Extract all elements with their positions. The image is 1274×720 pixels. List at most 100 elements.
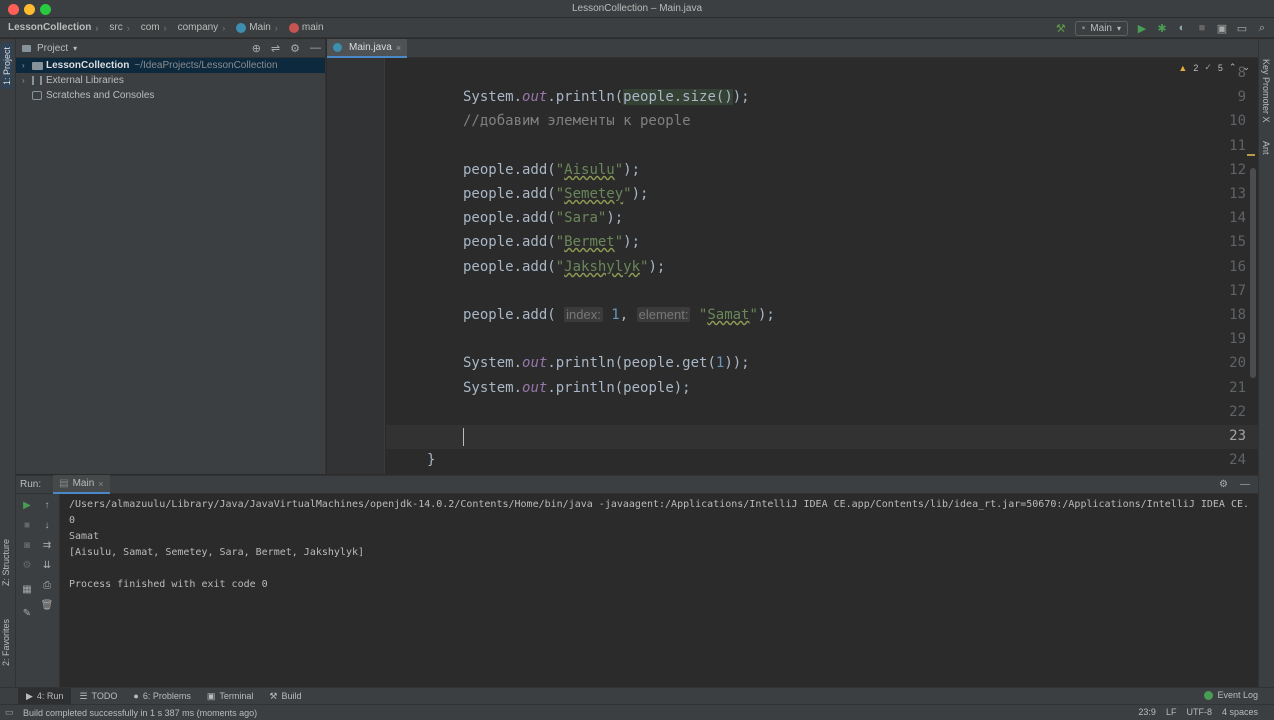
editor-tab-main-java[interactable]: Main.java × [327,39,408,58]
scroll-to-end-icon[interactable]: ⇊ [40,558,54,572]
status-toggle-icon[interactable]: ▭ [5,707,14,718]
string-value: Aisulu [564,162,615,178]
stop-icon[interactable]: ■ [20,518,34,532]
bottom-tab-label: Terminal [219,691,254,701]
arrow-up-icon[interactable]: ↑ [40,498,54,512]
code-string: "Sara" [555,210,607,226]
close-tab-icon[interactable]: × [396,43,401,53]
console-line: 0 [69,515,76,526]
bottom-tab-problems[interactable]: ● 6: Problems [125,688,198,705]
bottom-tab-run[interactable]: ▶ 4: Run [18,687,72,705]
indent-setting[interactable]: 4 spaces [1222,707,1258,717]
collapse-all-icon[interactable]: ⇌ [271,42,280,55]
camera-icon[interactable]: ◙ [20,538,34,552]
code-token: ); [757,307,775,323]
tool-window-tab-project[interactable]: 1: Project [1,43,13,90]
chevron-right-icon: › [222,22,226,33]
caret-position[interactable]: 23:9 [1138,707,1156,717]
run-icon[interactable]: ▶ [1136,22,1148,35]
project-structure-icon[interactable]: ▣ [1216,22,1228,35]
code-line: } [427,452,436,468]
hide-icon[interactable]: — [1240,479,1250,490]
close-tab-icon[interactable]: × [98,479,103,489]
bottom-tab-label: Build [281,691,302,701]
hide-icon[interactable]: — [310,42,321,55]
event-log-button[interactable]: Event Log [1204,690,1258,700]
chevron-right-icon[interactable]: › [22,61,32,70]
layout-icon[interactable]: ▦ [20,582,34,596]
bottom-tab-todo[interactable]: ☰ TODO [71,688,125,705]
arrow-down-icon[interactable]: ↓ [40,518,54,532]
stop-icon[interactable]: ■ [1196,22,1208,34]
console-output[interactable]: /Users/almazuulu/Library/Java/JavaVirtua… [60,494,1258,687]
inspection-widget[interactable]: ▲ 2 ✓ 5 ⌃ ⌄ [1178,62,1250,73]
tool-window-tab-favorites[interactable]: 2: Favorites [1,619,11,666]
code-token: out [522,89,548,105]
breadcrumb-label: src [109,22,123,33]
breadcrumb-main-method[interactable]: main [281,22,327,33]
search-icon[interactable]: ⌕ [1256,22,1268,34]
code-editor[interactable]: 8 9 10 11 12 13 14 15 16 17 18 19 20 21 … [327,58,1258,474]
breadcrumb-label: company [177,22,219,33]
tree-item-label: External Libraries [46,75,124,86]
left-tool-strip: 1: Project Z: Structure 2: Favorites [0,39,16,687]
rerun-icon[interactable]: ▶ [20,498,34,512]
chevron-up-icon[interactable]: ⌃ [1229,62,1237,73]
debug-icon[interactable]: ✱ [1156,22,1168,35]
run-icon: ▶ [26,690,33,701]
code-line: System.out.println(people); [463,380,691,396]
breadcrumb-company[interactable]: company › [170,22,229,33]
locate-icon[interactable]: ⊕ [252,42,261,55]
gear-icon[interactable]: ⚙ [290,42,300,55]
chevron-down-icon[interactable]: ⌄ [1242,62,1250,73]
soft-wrap-icon[interactable]: ⇉ [40,538,54,552]
tree-item-project-root[interactable]: › LessonCollection ~/IdeaProjects/Lesson… [16,58,325,73]
line-number: 11 [1229,138,1246,154]
trash-icon[interactable]: 🗑 [40,598,54,612]
chevron-down-icon[interactable]: ▾ [73,44,77,53]
code-token: .println(people); [547,380,691,396]
breadcrumb-com[interactable]: com › [133,22,170,33]
bottom-tab-terminal[interactable]: ▣ Terminal [199,688,262,705]
code-token: ); [623,234,641,250]
tool-window-tab-key-promoter[interactable]: Key Promoter X [1261,59,1271,123]
code-token: , [619,307,637,323]
terminal-icon: ▣ [206,690,216,701]
project-panel-title[interactable]: Project [37,43,68,54]
chevron-down-icon: ▾ [1116,23,1121,33]
build-hammer-icon[interactable]: ⚒ [1055,22,1067,35]
tree-item-external-libraries[interactable]: › External Libraries [16,73,325,88]
line-number: 19 [1229,331,1246,347]
line-number: 9 [1237,89,1246,105]
chevron-right-icon[interactable]: › [22,76,32,85]
breadcrumb-main-class[interactable]: Main › [228,22,281,33]
code-token: people.size() [623,89,733,105]
todo-icon: ☰ [79,690,88,701]
tool-window-tab-ant[interactable]: Ant [1261,141,1271,155]
event-log-label: Event Log [1217,690,1258,700]
run-tab-main[interactable]: ▤ Main × [53,475,110,494]
breadcrumb-src[interactable]: src › [101,22,132,33]
pin-icon[interactable]: ✎ [20,606,34,620]
tree-item-scratches[interactable]: Scratches and Consoles [16,88,325,103]
presentation-icon[interactable]: ▭ [1236,22,1248,35]
restore-layout-icon[interactable]: ⚙ [20,558,34,572]
gear-icon[interactable]: ⚙ [1219,479,1228,490]
coverage-icon[interactable]: ◐ [1176,22,1188,34]
breadcrumb-project[interactable]: LessonCollection › [0,22,101,33]
run-config-selector[interactable]: ▪ Main ▾ [1074,20,1128,36]
print-icon[interactable]: ⎙ [40,578,54,592]
line-separator[interactable]: LF [1166,707,1177,717]
editor-scrollbar[interactable] [1250,168,1256,378]
code-token: people.add( [463,162,556,178]
line-number: 22 [1229,404,1246,420]
line-number: 15 [1229,234,1246,250]
bottom-tab-build[interactable]: ⚒ Build [261,688,309,705]
code-token: .println(people.get( [547,355,716,371]
status-message[interactable]: Build completed successfully in 1 s 387 … [0,708,257,718]
file-encoding[interactable]: UTF-8 [1186,707,1212,717]
class-icon [333,43,342,52]
navigation-bar: LessonCollection › src › com › company › Mai… [0,18,1274,38]
code-line: people.add("Aisulu"); [463,162,640,178]
tool-window-tab-structure[interactable]: Z: Structure [1,539,11,586]
